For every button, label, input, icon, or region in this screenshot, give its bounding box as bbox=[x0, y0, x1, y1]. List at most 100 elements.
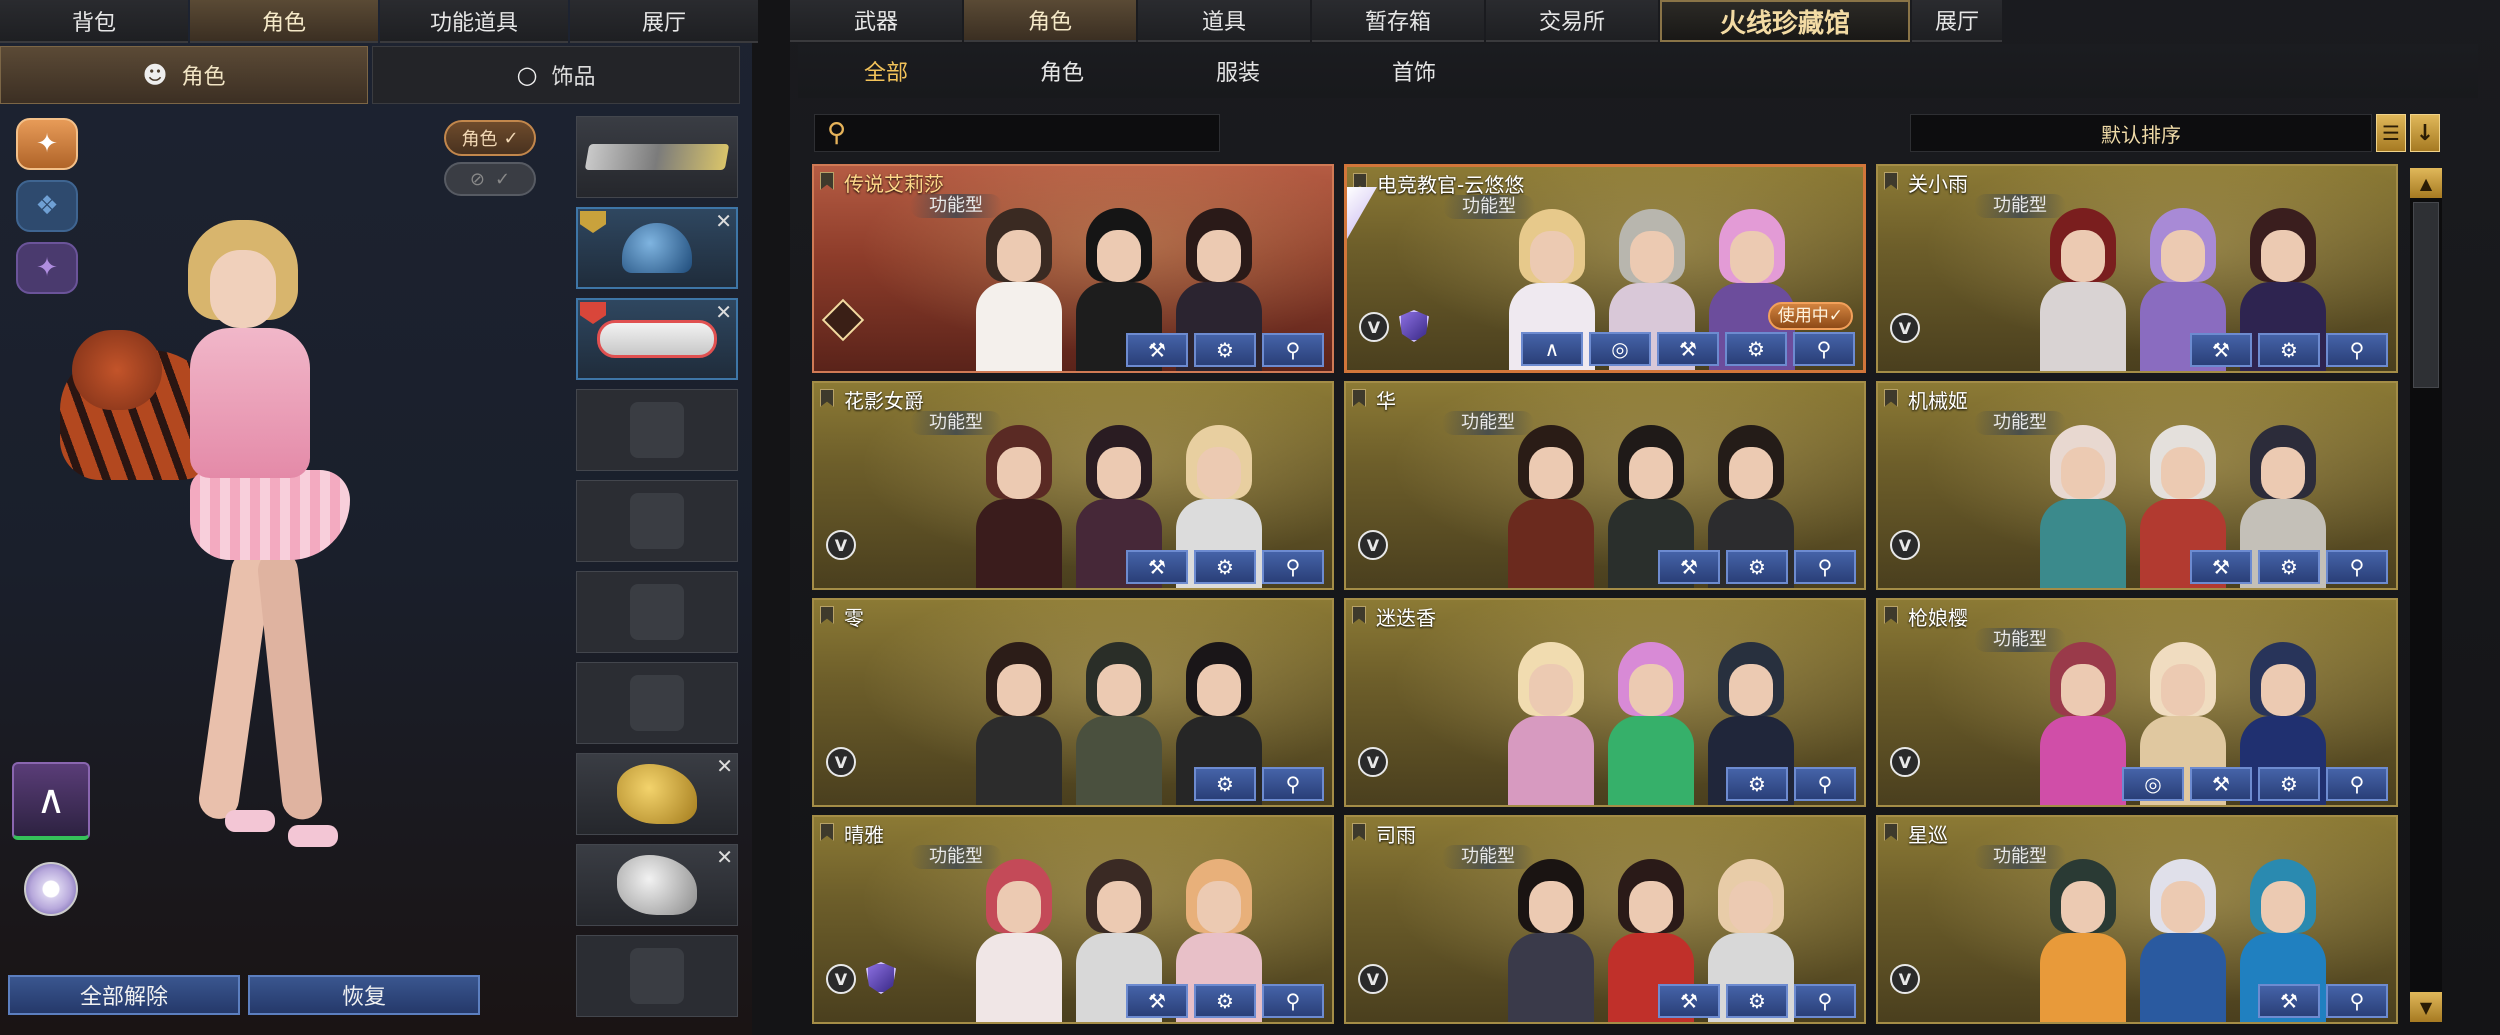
hide-toggle[interactable]: ⊘ ✓ bbox=[444, 162, 536, 196]
tab-storage[interactable]: 暂存箱 bbox=[1312, 0, 1484, 42]
subtab-role[interactable]: ☻ 角色 bbox=[0, 46, 368, 104]
close-icon[interactable]: ✕ bbox=[716, 845, 733, 869]
filter-all[interactable]: 全部 bbox=[798, 55, 974, 87]
character-card[interactable]: 枪娘樱 功能型 V ◎ ⚒ ⚙ ⚲ bbox=[1876, 598, 2398, 807]
arrow-down-icon[interactable]: ↓ bbox=[2410, 114, 2440, 152]
slot-empty[interactable] bbox=[576, 480, 738, 562]
magnify-icon[interactable]: ⚲ bbox=[2326, 550, 2388, 584]
gear-icon[interactable]: ⚙ bbox=[1194, 333, 1256, 367]
wrench-icon[interactable]: ⚒ bbox=[1657, 332, 1719, 366]
character-card[interactable]: 零 V ⚙ ⚲ bbox=[812, 598, 1334, 807]
role-visibility-toggle[interactable]: 角色 ✓ bbox=[444, 120, 536, 156]
magnify-icon[interactable]: ⚲ bbox=[1262, 333, 1324, 367]
slot-weapon[interactable] bbox=[576, 116, 738, 198]
character-card[interactable]: 电竞教官-云悠悠 功能型 V 使用中✓ ∧ ◎ ⚒ ⚙ ⚲ bbox=[1344, 164, 1866, 373]
tab-function-items[interactable]: 功能道具 bbox=[380, 0, 568, 43]
wrench-icon[interactable]: ⚒ bbox=[2190, 550, 2252, 584]
scroll-down-icon[interactable]: ▼ bbox=[2410, 992, 2442, 1022]
subtab-accessory[interactable]: ○ 饰品 bbox=[372, 46, 740, 104]
wrench-icon[interactable]: ⚒ bbox=[2258, 984, 2320, 1018]
wrench-icon[interactable]: ⚒ bbox=[1126, 333, 1188, 367]
scrollbar[interactable]: ▲ ▼ bbox=[2410, 168, 2442, 1022]
scroll-thumb[interactable] bbox=[2413, 202, 2439, 388]
magnify-icon[interactable]: ⚲ bbox=[1262, 984, 1324, 1018]
slot-empty[interactable] bbox=[576, 662, 738, 744]
gear-icon[interactable]: ⚙ bbox=[2258, 550, 2320, 584]
filter-role[interactable]: 角色 bbox=[974, 55, 1150, 87]
gear-icon[interactable]: ⚙ bbox=[2258, 333, 2320, 367]
slot-empty[interactable] bbox=[576, 935, 738, 1017]
close-icon[interactable]: ✕ bbox=[715, 300, 732, 324]
wrench-icon[interactable]: ⚒ bbox=[1126, 550, 1188, 584]
tab-showroom-right[interactable]: 展厅 bbox=[1912, 0, 2002, 42]
disc-icon[interactable]: ◎ bbox=[1589, 332, 1651, 366]
search-input[interactable] bbox=[856, 121, 1197, 145]
character-card[interactable]: 机械姬 功能型 V ⚒ ⚙ ⚲ bbox=[1876, 381, 2398, 590]
disc-icon[interactable] bbox=[24, 862, 78, 916]
card-name: 枪娘樱 bbox=[1908, 606, 1968, 630]
slot-goggles[interactable]: ✕ bbox=[576, 298, 738, 380]
gear-icon[interactable]: ⚙ bbox=[1726, 984, 1788, 1018]
character-card[interactable]: 华功能型 V ⚒ ⚙ ⚲ bbox=[1344, 381, 1866, 590]
character-card[interactable]: 晴雅 功能型 V ⚒ ⚙ ⚲ bbox=[812, 815, 1334, 1024]
hanger-icon[interactable]: ∧ bbox=[1521, 332, 1583, 366]
gear-icon[interactable]: ⚙ bbox=[2258, 767, 2320, 801]
disc-icon[interactable]: ◎ bbox=[2122, 767, 2184, 801]
slot-empty[interactable] bbox=[576, 389, 738, 471]
wrench-icon[interactable]: ⚒ bbox=[1658, 984, 1720, 1018]
filter-outfit[interactable]: 服装 bbox=[1150, 55, 1326, 87]
unequip-all-button[interactable]: 全部解除 bbox=[8, 975, 240, 1015]
magnify-icon[interactable]: ⚲ bbox=[1794, 984, 1856, 1018]
slot-empty[interactable] bbox=[576, 571, 738, 653]
gear-icon[interactable]: ⚙ bbox=[1194, 984, 1256, 1018]
tab-exchange[interactable]: 交易所 bbox=[1486, 0, 1658, 42]
tiger-head bbox=[72, 330, 162, 410]
gear-icon[interactable]: ⚙ bbox=[1194, 550, 1256, 584]
filter-jewelry[interactable]: 首饰 bbox=[1326, 55, 1502, 87]
magnify-icon[interactable]: ⚲ bbox=[2326, 767, 2388, 801]
restore-button[interactable]: 恢复 bbox=[248, 975, 480, 1015]
list-icon[interactable]: ☰ bbox=[2376, 114, 2406, 152]
slot-accessory-silver[interactable]: ✕ bbox=[576, 844, 738, 926]
tab-weapons[interactable]: 武器 bbox=[790, 0, 962, 42]
gear-icon[interactable]: ⚙ bbox=[1726, 767, 1788, 801]
gear-icon[interactable]: ⚙ bbox=[1726, 550, 1788, 584]
character-card[interactable]: 关小雨 功能型 V ⚒ ⚙ ⚲ bbox=[1876, 164, 2398, 373]
tab-items[interactable]: 道具 bbox=[1138, 0, 1310, 42]
gear-icon[interactable]: ⚙ bbox=[1725, 332, 1787, 366]
magnify-icon[interactable]: ⚲ bbox=[2326, 984, 2388, 1018]
magnify-icon[interactable]: ⚲ bbox=[2326, 333, 2388, 367]
wrench-icon[interactable]: ⚒ bbox=[2190, 767, 2252, 801]
wrench-icon[interactable]: ⚒ bbox=[1126, 984, 1188, 1018]
tab-collection[interactable]: 火线珍藏馆 bbox=[1660, 0, 1910, 42]
helmet-icon bbox=[622, 223, 692, 273]
magnify-icon[interactable]: ⚲ bbox=[1794, 550, 1856, 584]
slot-accessory-gold[interactable]: ✕ bbox=[576, 753, 738, 835]
character-card[interactable]: 花影女爵 功能型 V ⚒ ⚙ ⚲ bbox=[812, 381, 1334, 590]
character-card[interactable]: 传说艾莉莎 功能型 ⚒ ⚙ ⚲ bbox=[812, 164, 1334, 373]
slot-helmet[interactable]: ✕ bbox=[576, 207, 738, 289]
tab-backpack[interactable]: 背包 bbox=[0, 0, 188, 43]
sort-dropdown[interactable]: 默认排序 bbox=[1910, 114, 2372, 152]
scroll-up-icon[interactable]: ▲ bbox=[2410, 168, 2442, 198]
portrait-face bbox=[2061, 664, 2105, 716]
character-card[interactable]: 星巡 功能型 V ⚒ ⚲ bbox=[1876, 815, 2398, 1024]
close-icon[interactable]: ✕ bbox=[715, 209, 732, 233]
magnify-icon[interactable]: ⚲ bbox=[1262, 550, 1324, 584]
magnify-icon[interactable]: ⚲ bbox=[1262, 767, 1324, 801]
tab-character[interactable]: 角色 bbox=[190, 0, 378, 43]
magnify-icon[interactable]: ⚲ bbox=[1794, 767, 1856, 801]
v-badge-icon: V bbox=[1890, 747, 1920, 777]
gear-icon[interactable]: ⚙ bbox=[1194, 767, 1256, 801]
close-icon[interactable]: ✕ bbox=[716, 754, 733, 778]
hanger-icon[interactable]: ∧ bbox=[12, 762, 90, 840]
character-card[interactable]: 迷迭香 V ⚙ ⚲ bbox=[1344, 598, 1866, 807]
magnify-icon[interactable]: ⚲ bbox=[1793, 332, 1855, 366]
tab-showroom[interactable]: 展厅 bbox=[570, 0, 758, 43]
character-portrait bbox=[1496, 417, 1606, 588]
character-card[interactable]: 司雨 功能型 V ⚒ ⚙ ⚲ bbox=[1344, 815, 1866, 1024]
wrench-icon[interactable]: ⚒ bbox=[2190, 333, 2252, 367]
eagle-icon[interactable]: ✦ bbox=[16, 118, 78, 170]
wrench-icon[interactable]: ⚒ bbox=[1658, 550, 1720, 584]
tab-roles[interactable]: 角色 bbox=[964, 0, 1136, 42]
